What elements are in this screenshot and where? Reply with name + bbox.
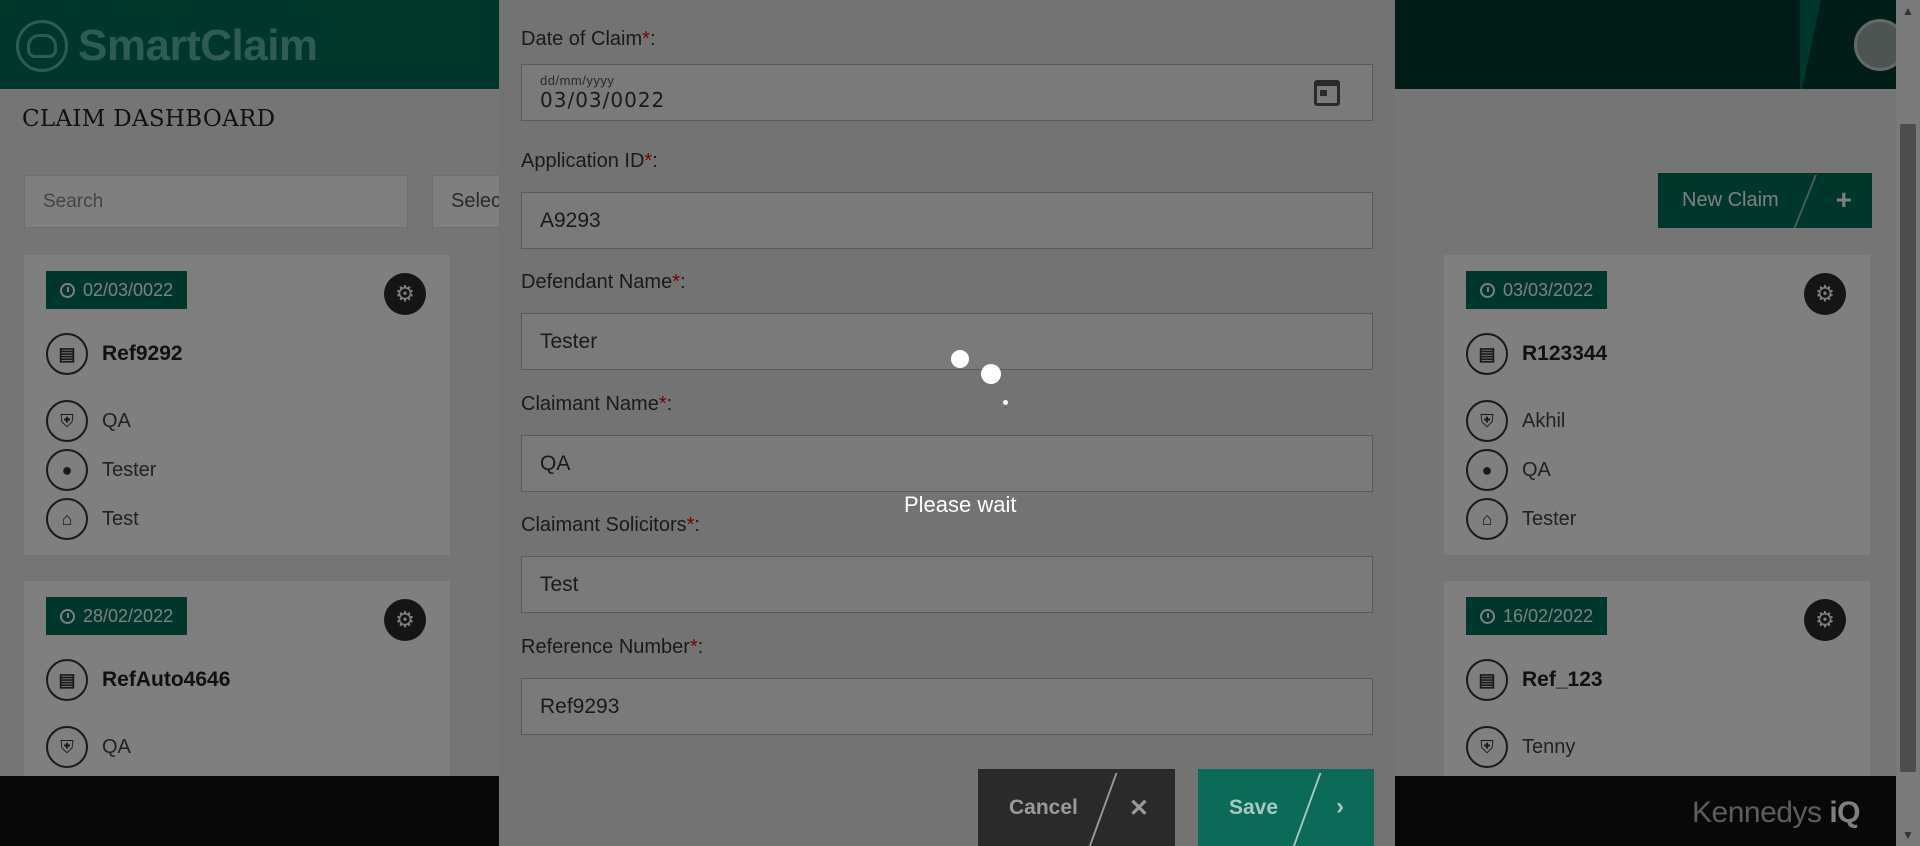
claimant-solicitors-field: Claimant Solicitors*: Test	[521, 514, 1373, 613]
calendar-icon[interactable]	[1314, 80, 1340, 106]
field-label: Date of Claim*:	[521, 28, 656, 50]
scrollbar-thumb[interactable]	[1900, 124, 1916, 772]
field-label: Application ID*:	[521, 150, 658, 172]
input-value: Tester	[540, 329, 598, 353]
save-button[interactable]: Save ›	[1198, 769, 1374, 846]
loader-dot	[1003, 400, 1008, 405]
save-separator	[1292, 773, 1322, 846]
reference-number-input[interactable]: Ref9293	[521, 678, 1373, 735]
loader-dot	[951, 350, 969, 368]
input-value: QA	[540, 451, 571, 475]
date-placeholder: dd/mm/yyyy	[540, 73, 615, 88]
input-value: A9293	[540, 208, 601, 232]
cancel-button[interactable]: Cancel ✕	[978, 769, 1175, 846]
scroll-down-arrow-icon[interactable]: ▼	[1902, 828, 1914, 842]
cancel-separator	[1088, 773, 1118, 846]
page-scrollbar[interactable]: ▲ ▼	[1896, 0, 1920, 846]
loader-dot	[981, 364, 1001, 384]
reference-number-field: Reference Number*: Ref9293	[521, 636, 1373, 735]
date-of-claim-field: Date of Claim*: dd/mm/yyyy 03/03/0022	[521, 28, 1373, 121]
date-of-claim-input[interactable]: dd/mm/yyyy 03/03/0022	[521, 64, 1373, 121]
claimant-solicitors-input[interactable]: Test	[521, 556, 1373, 613]
input-value: Ref9293	[540, 694, 620, 718]
cancel-label: Cancel	[1009, 795, 1078, 819]
claimant-name-field: Claimant Name*: QA	[521, 393, 1373, 492]
defendant-name-input[interactable]: Tester	[521, 313, 1373, 370]
chevron-right-icon: ›	[1336, 793, 1344, 820]
new-claim-modal: Date of Claim*: dd/mm/yyyy 03/03/0022 Ap…	[499, 0, 1395, 846]
application-id-field: Application ID*: A9293	[521, 150, 1373, 249]
save-label: Save	[1229, 795, 1279, 819]
claimant-name-input[interactable]: QA	[521, 435, 1373, 492]
loader-text: Please wait	[904, 492, 1017, 517]
close-icon: ✕	[1128, 795, 1149, 822]
input-value: Test	[540, 572, 579, 596]
field-label: Reference Number*:	[521, 636, 704, 658]
application-id-input[interactable]: A9293	[521, 192, 1373, 249]
field-label: Claimant Name*:	[521, 393, 673, 415]
scroll-up-arrow-icon[interactable]: ▲	[1902, 4, 1914, 18]
date-value: 03/03/0022	[540, 88, 666, 112]
defendant-name-field: Defendant Name*: Tester	[521, 271, 1373, 370]
field-label: Defendant Name*:	[521, 271, 686, 293]
